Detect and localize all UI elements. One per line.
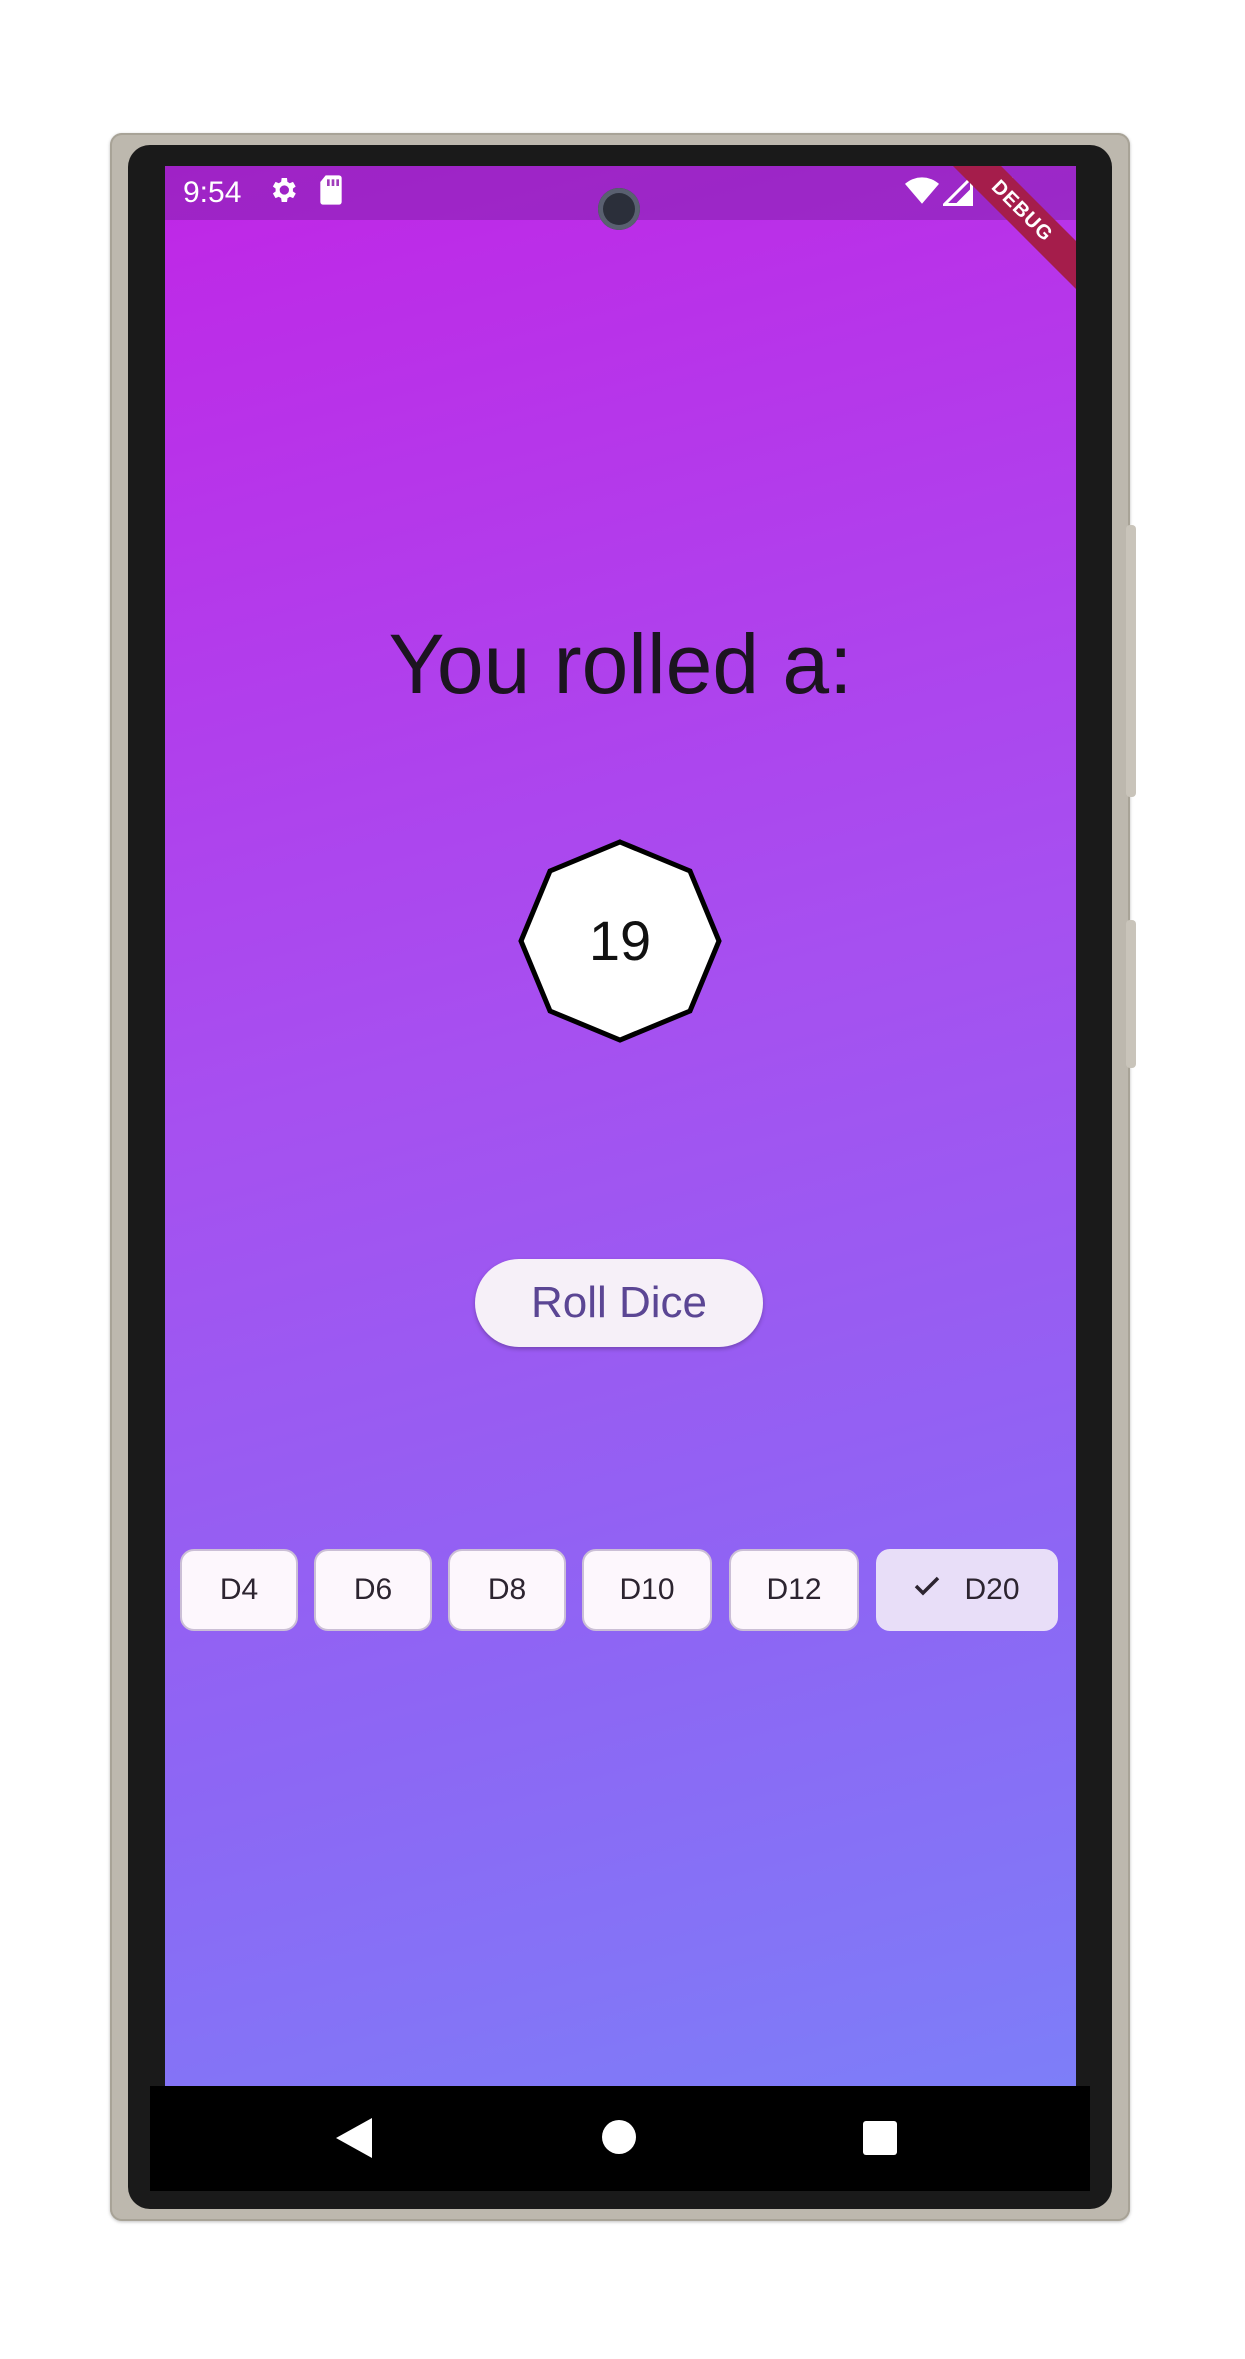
result-heading: You rolled a: (388, 617, 853, 711)
d20-die: 19 (517, 838, 723, 1044)
front-camera (598, 188, 640, 230)
dice-chip-d12[interactable]: D12 (729, 1549, 859, 1631)
dice-chip-label: D20 (964, 1573, 1020, 1606)
dice-chip-label: D6 (353, 1573, 393, 1606)
dice-chip-label: D10 (619, 1573, 675, 1606)
dice-chip-label: D12 (766, 1573, 822, 1606)
app-screen: 9:54 DEBUG You rolled a: 19 Roll Dice D4… (165, 166, 1076, 2086)
check-icon (914, 1549, 940, 1627)
volume-button (1126, 920, 1136, 1068)
dice-chip-d20[interactable]: D20 (876, 1549, 1058, 1631)
roll-dice-button[interactable]: Roll Dice (475, 1259, 763, 1347)
dice-chip-d8[interactable]: D8 (448, 1549, 566, 1631)
recents-icon[interactable] (863, 2121, 897, 2160)
dice-chip-label: D4 (219, 1573, 259, 1606)
back-icon[interactable] (336, 2118, 372, 2163)
dice-chip-d4[interactable]: D4 (180, 1549, 298, 1631)
dice-chip-d6[interactable]: D6 (314, 1549, 432, 1631)
navigation-bar (150, 2086, 1090, 2191)
sd-card-icon (317, 174, 345, 214)
wifi-icon (905, 176, 939, 214)
roll-result: 19 (588, 909, 652, 972)
status-time: 9:54 (183, 176, 242, 209)
gear-icon (267, 174, 299, 214)
home-icon[interactable] (601, 2119, 637, 2160)
dice-chip-d10[interactable]: D10 (582, 1549, 712, 1631)
power-button (1126, 525, 1136, 797)
dice-chip-label: D8 (487, 1573, 527, 1606)
